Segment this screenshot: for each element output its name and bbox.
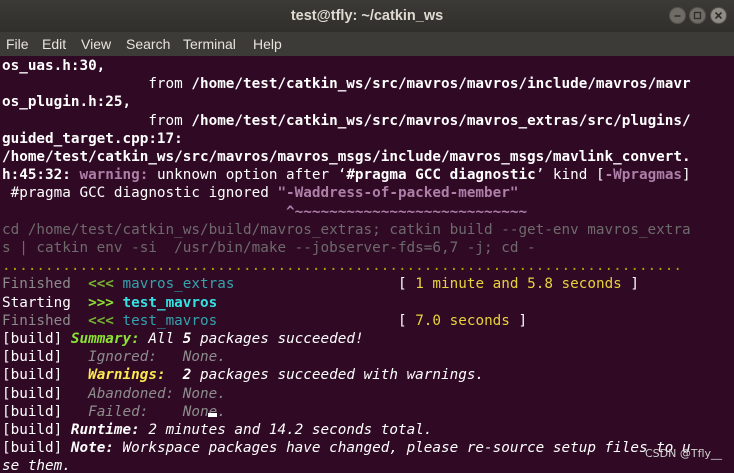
terminal-line: h:45:32: warning: unknown option after ‘… <box>2 166 691 184</box>
terminal-text-segment: Starting <box>2 294 71 311</box>
terminal-text-segment: se them. <box>2 458 71 473</box>
terminal-text-segment: ] <box>682 167 691 184</box>
terminal-text-segment: /home/test/catkin_ws/src/mavros/mavros/i… <box>191 76 691 93</box>
terminal-text-segment: #pragma GCC diagnostic <box>346 167 536 184</box>
menu-terminal[interactable]: Terminal <box>183 32 236 56</box>
terminal-text-segment: from <box>2 76 192 93</box>
terminal-line: os_plugin.h:25, <box>2 93 131 111</box>
terminal-text-segment: packages succeeded with warnings. <box>191 367 485 384</box>
terminal-text-segment: os_uas.h:30, <box>2 58 106 74</box>
minimize-icon <box>674 15 681 17</box>
terminal-text-segment: cd /home/test/catkin_ws/build/mavros_ext… <box>2 221 691 238</box>
terminal-line: from /home/test/catkin_ws/src/mavros/mav… <box>2 112 691 130</box>
terminal-text-segment: mavros_extras <box>122 276 235 293</box>
terminal-line: ........................................… <box>2 257 682 275</box>
terminal-text-segment: ........................................… <box>2 258 682 275</box>
maximize-icon <box>693 11 702 20</box>
menu-help[interactable]: Help <box>253 32 282 56</box>
terminal-output[interactable]: os_uas.h:30, from /home/test/catkin_ws/s… <box>0 56 734 473</box>
terminal-text-segment: unknown option after ‘ <box>156 167 347 184</box>
terminal-text-segment: Ignored: None. <box>70 349 226 366</box>
terminal-text-segment: ] <box>509 312 528 329</box>
terminal-text-segment: Finished <box>2 276 71 293</box>
terminal-text-segment: All <box>139 331 183 347</box>
terminal-line: [build] Summary: All 5 packages succeede… <box>2 330 364 348</box>
terminal-text-segment: [ <box>217 312 416 329</box>
close-icon <box>714 11 723 20</box>
terminal-text-segment: guided_target.cpp:17: <box>2 130 183 147</box>
terminal-text-segment: "-Waddress-of-packed-member" <box>277 185 519 202</box>
terminal-text-segment: -Wpragmas <box>604 167 683 184</box>
terminal-line: se them. <box>2 457 71 473</box>
terminal-line: os_uas.h:30, <box>2 57 105 75</box>
terminal-text-segment: packages succeeded! <box>191 331 364 347</box>
terminal-text-segment: [ <box>234 276 416 293</box>
terminal-line: /home/test/catkin_ws/src/mavros/mavros_m… <box>2 148 691 166</box>
terminal-window: test@tfly: ~/catkin_ws File Edit View Se… <box>0 0 734 473</box>
terminal-line: cd /home/test/catkin_ws/build/mavros_ext… <box>2 221 691 239</box>
terminal-text-segment: os_plugin.h:25, <box>2 94 132 111</box>
terminal-text-segment: Note: <box>70 440 114 457</box>
terminal-text-segment: [build] <box>2 349 71 366</box>
terminal-line: from /home/test/catkin_ws/src/mavros/mav… <box>2 75 691 93</box>
terminal-text-segment: Workspace packages have changed, please … <box>113 440 691 457</box>
terminal-line: [build] Failed: None. <box>2 403 226 421</box>
terminal-text-segment: Summary: <box>70 331 140 347</box>
terminal-line: Finished <<< test_mavros [ 7.0 seconds ] <box>2 312 527 330</box>
terminal-text-segment: 7.0 seconds <box>415 312 510 329</box>
terminal-text-segment: Runtime: <box>70 422 140 438</box>
menu-bar: File Edit View Search Terminal Help <box>0 32 734 56</box>
watermark: CSDN @Tfly__ <box>645 447 723 460</box>
menu-file[interactable]: File <box>6 32 29 56</box>
close-button[interactable] <box>710 7 727 24</box>
terminal-text-segment: Finished <box>2 312 71 329</box>
terminal-text-segment: /home/test/catkin_ws/src/mavros/mavros_e… <box>191 112 691 129</box>
terminal-text-segment: ^~~~~~~~~~~~~~~~~~~~~~~~~~~~ <box>2 203 528 220</box>
terminal-text-segment: Failed: None. <box>70 403 226 420</box>
terminal-line: [build] Abandoned: None. <box>2 385 226 403</box>
terminal-text-segment: ’ kind [ <box>535 167 605 184</box>
terminal-text-segment: [build] <box>2 422 71 438</box>
terminal-text-segment: ] <box>621 276 640 293</box>
terminal-text-segment: [build] <box>2 440 71 457</box>
terminal-text-segment: <<< <box>70 276 123 293</box>
terminal-text-segment: test_mavros <box>122 294 218 311</box>
terminal-line: Starting >>> test_mavros <box>2 294 217 312</box>
terminal-line: ^~~~~~~~~~~~~~~~~~~~~~~~~~~~ <box>2 203 527 221</box>
terminal-text-segment: s | catkin env -si /usr/bin/make --jobse… <box>2 240 536 256</box>
terminal-text-segment: 1 minute and 5.8 seconds <box>415 276 622 293</box>
title-bar[interactable]: test@tfly: ~/catkin_ws <box>0 0 734 32</box>
terminal-text-segment: [build] <box>2 403 71 420</box>
terminal-line: [build] Ignored: None. <box>2 348 226 366</box>
terminal-text-segment: from <box>2 112 192 129</box>
terminal-line: Finished <<< mavros_extras [ 1 minute an… <box>2 275 639 293</box>
terminal-line: guided_target.cpp:17: <box>2 130 183 148</box>
menu-edit[interactable]: Edit <box>42 32 66 56</box>
terminal-text-segment: [build] <box>2 385 71 402</box>
terminal-text-segment: Abandoned: None. <box>70 385 226 402</box>
terminal-text-segment: warning: <box>79 167 157 184</box>
terminal-line: [build] Note: Workspace packages have ch… <box>2 439 691 457</box>
terminal-line: #pragma GCC diagnostic ignored "-Waddres… <box>2 184 519 202</box>
menu-search[interactable]: Search <box>126 32 170 56</box>
terminal-text-segment: Warnings: <box>70 367 166 384</box>
terminal-text-segment: >>> <box>70 294 123 311</box>
menu-view[interactable]: View <box>81 32 111 56</box>
terminal-text-segment: h:45:32: <box>2 167 80 184</box>
window-title: test@tfly: ~/catkin_ws <box>290 8 444 24</box>
maximize-button[interactable] <box>689 7 706 24</box>
terminal-text-segment: 2 minutes and 14.2 seconds total. <box>139 422 433 438</box>
terminal-text-segment: #pragma GCC diagnostic ignored <box>2 185 278 202</box>
terminal-cursor <box>208 413 217 417</box>
minimize-button[interactable] <box>669 7 686 24</box>
terminal-text-segment: /home/test/catkin_ws/src/mavros/mavros_m… <box>2 149 691 165</box>
terminal-text-segment: [build] <box>2 331 71 347</box>
terminal-text-segment: [build] <box>2 367 71 384</box>
terminal-line: [build] Warnings: 2 packages succeeded w… <box>2 366 484 384</box>
terminal-text-segment: test_mavros <box>122 312 218 329</box>
terminal-line: [build] Runtime: 2 minutes and 14.2 seco… <box>2 421 432 439</box>
terminal-line: s | catkin env -si /usr/bin/make --jobse… <box>2 239 536 257</box>
terminal-text-segment: <<< <box>70 312 123 329</box>
